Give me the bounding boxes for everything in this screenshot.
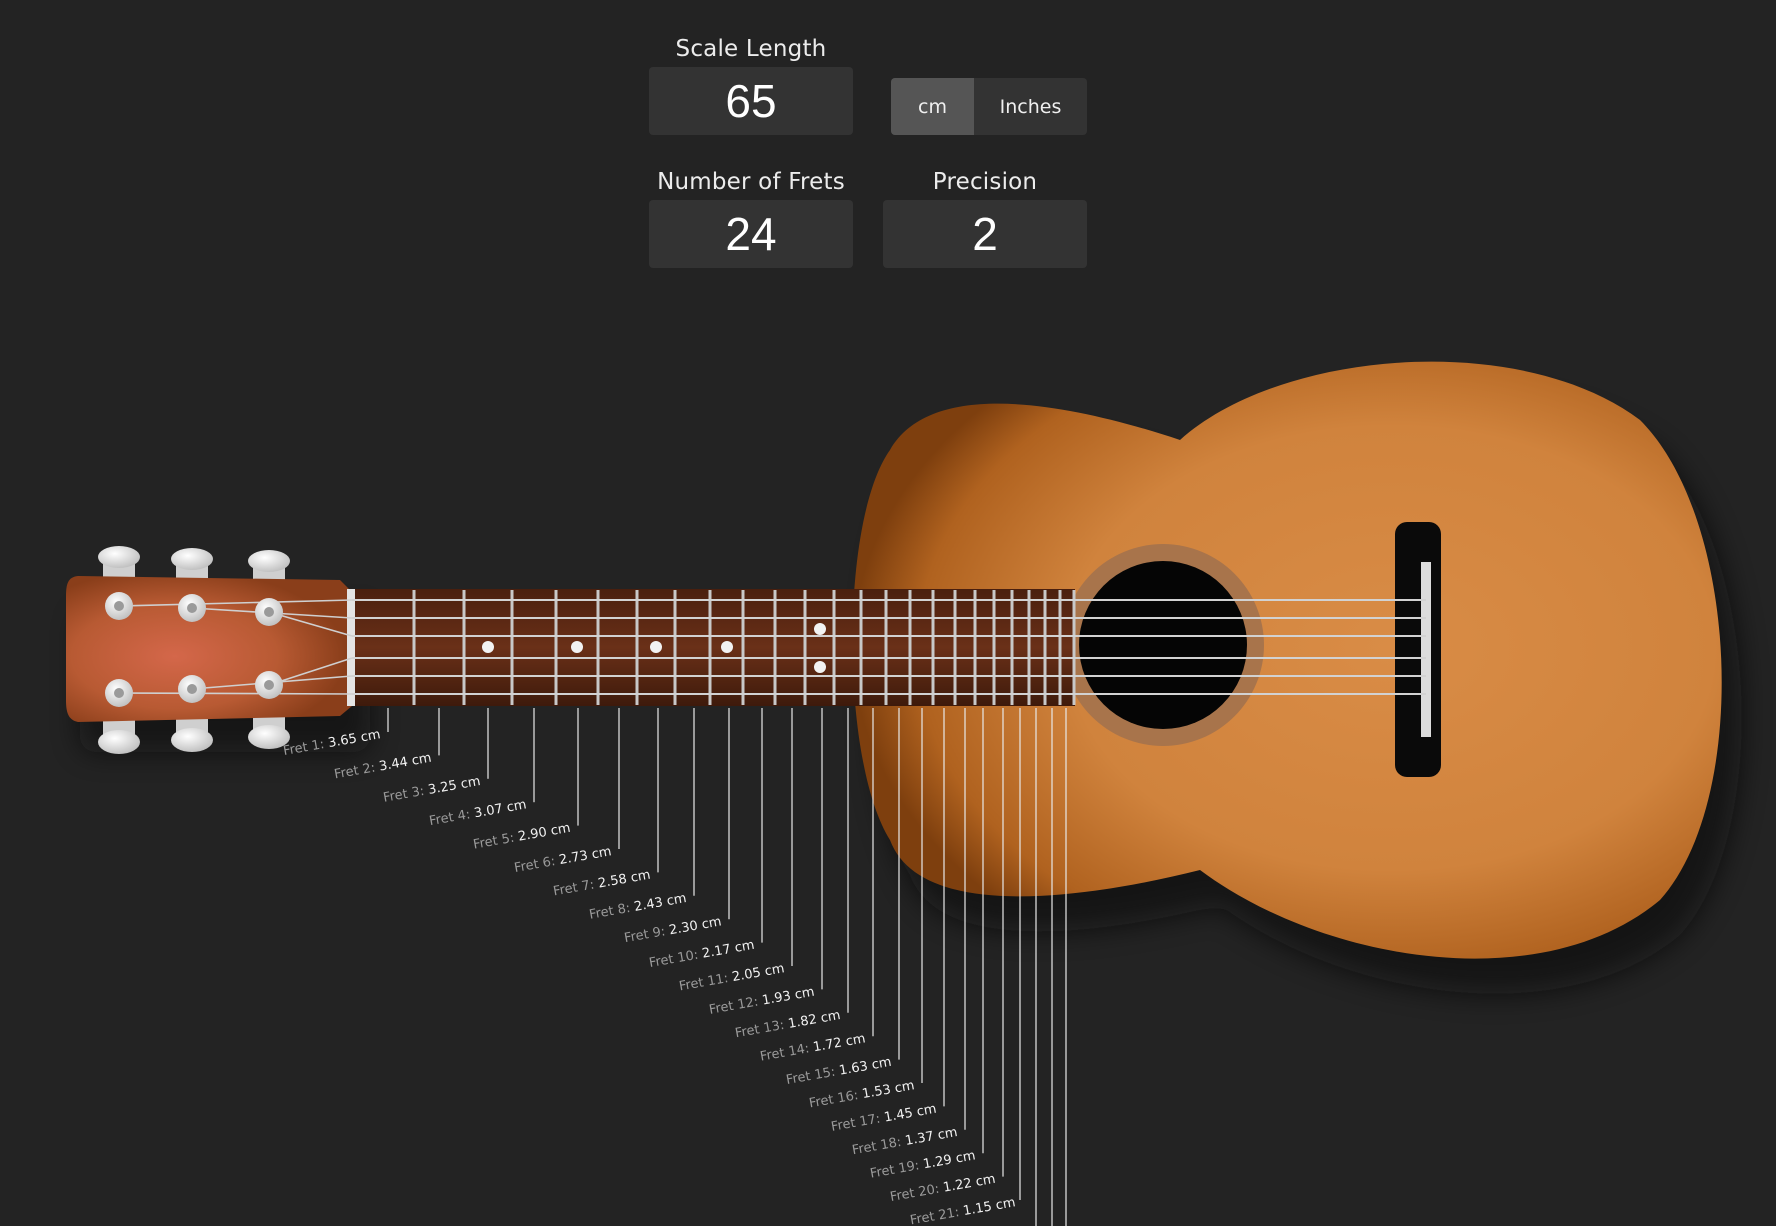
fret-measurement-label: Fret 7: 2.58 cm	[552, 868, 652, 900]
fret-number-label: Fret 21:	[909, 1204, 965, 1226]
fret-distance-value: 1.37 cm	[904, 1125, 959, 1149]
saddle	[1421, 562, 1431, 737]
fret-distance-value: 3.44 cm	[378, 751, 433, 775]
fret-number-label: Fret 4:	[428, 807, 476, 830]
fret-measurement-label: Fret 5: 2.90 cm	[472, 821, 572, 853]
fret-measurement-label: Fret 2: 3.44 cm	[333, 751, 433, 783]
fret-number-label: Fret 8:	[588, 900, 636, 923]
fret-distance-value: 1.29 cm	[922, 1148, 977, 1172]
fret-measurement-label: Fret 10: 2.17 cm	[648, 938, 756, 971]
fret-distance-value: 3.25 cm	[427, 774, 482, 798]
fret-distance-value: 2.58 cm	[597, 868, 652, 892]
fret-distance-value: 2.30 cm	[668, 914, 723, 938]
fret-measurement-label: Fret 12: 1.93 cm	[708, 985, 816, 1018]
fret-number-label: Fret 3:	[382, 783, 430, 806]
fret-measurement-label: Fret 3: 3.25 cm	[382, 774, 482, 806]
fret-number-label: Fret 10:	[648, 947, 704, 971]
fret-distance-value: 1.82 cm	[787, 1008, 842, 1032]
fret-distance-value: 2.90 cm	[517, 821, 572, 845]
fret-distance-value: 1.63 cm	[838, 1055, 893, 1079]
fret-distance-value: 2.43 cm	[633, 891, 688, 915]
fret-measurement-label: Fret 8: 2.43 cm	[588, 891, 688, 923]
fret-distance-value: 1.93 cm	[761, 985, 816, 1009]
bridge	[1395, 522, 1441, 777]
fret-distance-value: 1.45 cm	[883, 1102, 938, 1126]
fret-number-label: Fret 7:	[552, 877, 600, 900]
fret-distance-value: 2.05 cm	[731, 961, 786, 985]
fret-measurement-label: Fret 21: 1.15 cm	[909, 1195, 1017, 1226]
fret-number-label: Fret 14:	[759, 1041, 815, 1065]
fret-wires	[412, 590, 1076, 705]
fret-number-label: Fret 19:	[869, 1158, 925, 1182]
fret-distance-value: 3.07 cm	[473, 797, 528, 821]
fret-distance-value: 2.17 cm	[701, 938, 756, 962]
fret-measurement-label: Fret 15: 1.63 cm	[785, 1055, 893, 1088]
fretboard	[350, 589, 1075, 706]
fret-measurement-label: Fret 9: 2.30 cm	[623, 914, 723, 946]
fret-measurement-label: Fret 20: 1.22 cm	[889, 1172, 997, 1205]
fret-number-label: Fret 18:	[851, 1134, 907, 1158]
fret-distance-value: 1.72 cm	[812, 1031, 867, 1055]
fret-number-label: Fret 6:	[513, 853, 561, 876]
fret-measurement-label: Fret 14: 1.72 cm	[759, 1031, 867, 1064]
sound-hole	[1079, 561, 1247, 729]
fret-number-label: Fret 5:	[472, 830, 520, 853]
fret-number-label: Fret 2:	[333, 760, 381, 783]
fret-number-label: Fret 15:	[785, 1064, 841, 1088]
fret-measurement-label: Fret 11: 2.05 cm	[678, 961, 786, 994]
fret-number-label: Fret 9:	[623, 924, 671, 947]
guitar-illustration: Fret 1: 3.65 cmFret 2: 3.44 cmFret 3: 3.…	[66, 361, 1742, 1226]
fret-number-label: Fret 12:	[708, 994, 764, 1018]
fret-measurement-label: Fret 4: 3.07 cm	[428, 797, 528, 829]
fret-number-label: Fret 13:	[734, 1017, 790, 1041]
fret-distance-value: 1.53 cm	[861, 1078, 916, 1102]
fret-measurement-label: Fret 16: 1.53 cm	[808, 1078, 916, 1111]
fret-measurement-label: Fret 6: 2.73 cm	[513, 844, 613, 876]
fret-number-label: Fret 16:	[808, 1087, 864, 1111]
fret-number-label: Fret 11:	[678, 970, 734, 994]
fret-distance-value: 1.15 cm	[962, 1195, 1017, 1219]
fret-number-label: Fret 20:	[889, 1181, 945, 1205]
fret-measurement-label: Fret 19: 1.29 cm	[869, 1148, 977, 1181]
fret-distance-value: 2.73 cm	[558, 844, 613, 868]
fret-measurement-label: Fret 17: 1.45 cm	[830, 1102, 938, 1135]
fret-number-label: Fret 17:	[830, 1111, 886, 1135]
fret-measurement-label: Fret 13: 1.82 cm	[734, 1008, 842, 1041]
fret-distance-value: 1.22 cm	[942, 1172, 997, 1196]
nut	[347, 589, 355, 706]
